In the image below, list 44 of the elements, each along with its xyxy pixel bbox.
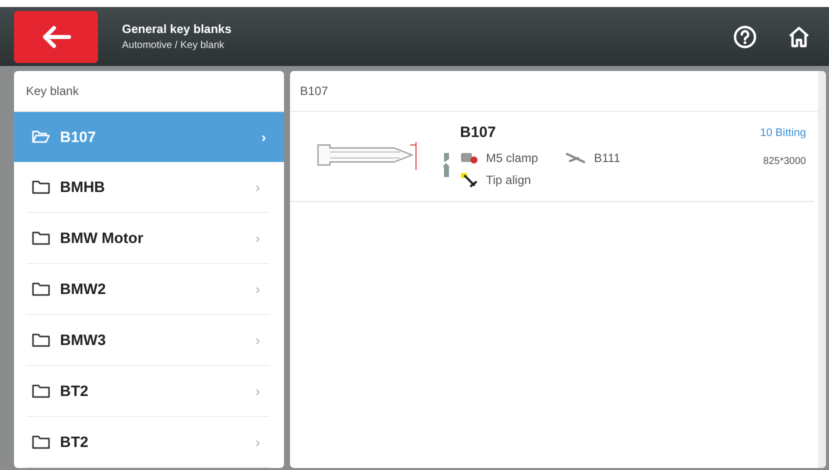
cutter-label: B111 xyxy=(594,151,620,165)
folder-icon xyxy=(32,180,50,194)
clamp-icon xyxy=(460,151,478,165)
folder-icon xyxy=(32,333,50,347)
content-heading: B107 xyxy=(290,71,818,112)
chevron-icon: › xyxy=(255,434,260,450)
tip-align-label: Tip align xyxy=(486,173,531,187)
folder-icon xyxy=(32,231,50,245)
key-name: B107 xyxy=(460,124,497,141)
chevron-icon: › xyxy=(255,281,260,297)
folder-label: BT2 xyxy=(60,382,90,400)
back-arrow-icon xyxy=(41,24,71,48)
folder-item[interactable]: BT2 › xyxy=(26,366,270,417)
open-folder-icon xyxy=(32,130,50,144)
tip-align-icon xyxy=(460,172,478,188)
folder-label: BT2 xyxy=(60,434,90,450)
key-profile-icon xyxy=(442,152,452,178)
clamp-label: M5 clamp xyxy=(486,151,540,165)
chevron-icon: › xyxy=(255,230,260,246)
breadcrumb: Automotive / Key blank xyxy=(122,40,226,51)
chevron-icon: › xyxy=(255,179,260,195)
folder-item[interactable]: BT2 › xyxy=(26,417,270,468)
home-icon[interactable] xyxy=(787,24,811,48)
folder-label: B107 xyxy=(60,128,97,146)
folder-icon xyxy=(32,384,50,398)
key-size: 825*3000 xyxy=(762,156,806,167)
cutter-icon xyxy=(566,152,586,164)
folder-item[interactable]: BMW Motor › xyxy=(26,213,270,264)
folder-icon xyxy=(32,282,50,296)
folder-label: BMW2 xyxy=(60,280,107,298)
folder-label: BMW Motor xyxy=(60,230,144,246)
folder-item[interactable]: BMW3 › xyxy=(26,315,270,366)
help-icon[interactable] xyxy=(733,24,757,48)
chevron-icon: › xyxy=(261,129,266,145)
folder-item[interactable]: BMW2 › xyxy=(26,264,270,315)
back-button[interactable] xyxy=(14,10,98,62)
folder-icon xyxy=(32,435,50,449)
folder-item[interactable]: BMHB › xyxy=(26,162,270,213)
page-title: General key blanks xyxy=(122,22,232,36)
chevron-icon: › xyxy=(255,383,260,399)
folder-label: BMW3 xyxy=(60,332,107,348)
folder-label: BMHB xyxy=(60,178,106,196)
key-blank-row[interactable]: B107 M5 clamp B111 Tip align 10 Bitting 825*3000 xyxy=(290,112,814,202)
chevron-icon: › xyxy=(255,332,260,348)
